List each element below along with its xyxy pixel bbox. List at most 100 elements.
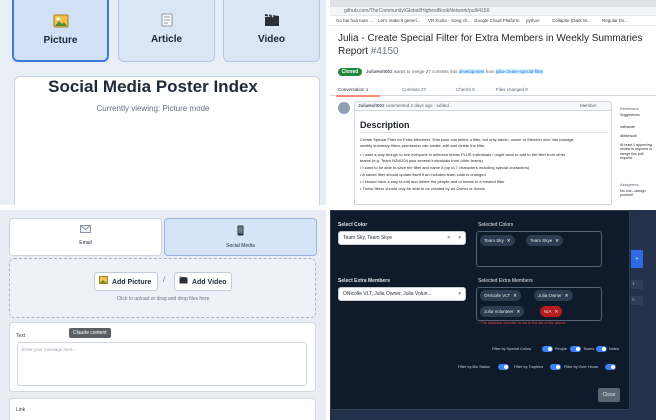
clear-icon[interactable]: ✕ (447, 232, 451, 245)
bookmark-item[interactable]: Collapse (Dark M... (552, 18, 591, 23)
remove-chip-icon[interactable]: ✕ (555, 238, 559, 243)
select-color-label: Select Color (338, 222, 368, 228)
assignees-label: Assignees (620, 182, 639, 187)
merge-head-branch[interactable]: julia-create-special-filter (495, 69, 544, 74)
bookmark-item[interactable]: VR.Kodio - Song ch... (428, 18, 471, 23)
email-icon (10, 225, 161, 236)
phone-icon (165, 225, 316, 239)
add-video-label: Add Video (192, 279, 227, 286)
tab-count: 27 (421, 87, 427, 92)
color-chip: Team Skye ✕ (526, 235, 564, 246)
select-members-dropdown[interactable]: ONicolle VLT, Julia Owner, Julia Volun..… (338, 287, 466, 301)
bookmark-item[interactable]: python (526, 18, 540, 23)
description-bullet: teams (e.g. Team NZWZ04 plus several ind… (360, 158, 483, 163)
remove-chip-icon[interactable]: ✕ (565, 293, 569, 298)
screenshot-collage: Picture Article Video Social Media Poste… (0, 0, 656, 420)
tab-count: 1 (365, 87, 369, 92)
picture-icon (53, 14, 69, 28)
toggle-switch[interactable] (542, 346, 553, 352)
description-bullet: • I want to be able to save the filter a… (360, 165, 530, 170)
assignees-value[interactable]: No one—assign yourself (620, 189, 654, 198)
article-card-label: Article (150, 34, 183, 45)
tab-email[interactable]: Email (9, 218, 162, 256)
color-chip: Team Sky ✕ (480, 235, 515, 246)
picture-mode-card[interactable]: Picture (12, 0, 109, 62)
select-color-value: Team Sky, Team Skye (343, 235, 392, 241)
tab-label: Social Media (226, 243, 255, 249)
background-number: 0 (632, 297, 635, 302)
or-separator: / (163, 277, 165, 284)
github-pr-panel: github.com/TheCommunity/Global/HighestBo… (330, 0, 656, 205)
remove-chip-icon[interactable]: ✕ (507, 238, 511, 243)
upload-hint: Click to upload or drag and drop files h… (116, 296, 210, 302)
tab-social-media[interactable]: Social Media (164, 218, 317, 256)
toggle-label: Filter by Special Colors (492, 347, 532, 351)
merge-base-branch[interactable]: development (458, 69, 485, 74)
toggle-switch[interactable] (596, 346, 607, 352)
background-add-button[interactable]: + (631, 250, 643, 268)
chevron-down-icon[interactable]: ▾ (458, 288, 461, 301)
add-video-button[interactable]: Add Video (174, 272, 232, 291)
remove-chip-icon[interactable]: ✕ (517, 309, 521, 314)
message-placeholder: Enter your message here... (22, 347, 77, 352)
tab-label: Files changed (496, 87, 525, 92)
page-title: Social Media Poster Index (48, 77, 258, 96)
toggle-label: Filter by Over Hours (564, 365, 598, 369)
toggle-switch[interactable] (570, 346, 581, 352)
tab-label: Checks (456, 87, 472, 92)
chip-label: Team Skye (530, 238, 553, 243)
comment-time: commented 2 days ago · edited (385, 103, 449, 108)
upload-dropzone[interactable] (9, 258, 316, 318)
video-icon (179, 273, 189, 291)
tab-checks[interactable]: Checks 6 (456, 87, 475, 92)
remove-chip-icon[interactable]: ✕ (513, 293, 517, 298)
link-label: Link (16, 407, 26, 413)
tab-commits[interactable]: Commits 27 (402, 87, 426, 92)
bookmark-item[interactable]: Let's make it generi... (378, 18, 421, 23)
toggle-label: Filter by Trophies (514, 365, 544, 369)
close-button[interactable]: Close (598, 388, 620, 402)
tab-count: 8 (525, 87, 528, 92)
bookmark-item[interactable]: Gu bai hua tuan ... (336, 18, 373, 23)
chip-label: ONicolle VLT (484, 293, 511, 298)
remove-chip-icon[interactable]: ✕ (555, 309, 559, 314)
description-bullet: • I should have a way to edit and delete… (360, 179, 505, 184)
bookmark-item[interactable]: Regular Ex... (602, 18, 628, 23)
validation-warning: * The selected member is not in the list… (478, 321, 567, 325)
description-paragraph: Create Special Filter for Extra Members.… (360, 137, 574, 142)
selected-members-label: Selected Extra Members (478, 278, 533, 284)
description-bullet: • A saved filter should update itself if… (360, 172, 486, 177)
chip-label: Team Sky (484, 238, 504, 243)
toggle-switch[interactable] (605, 364, 616, 370)
tab-conversation[interactable]: Conversation 1 (338, 87, 368, 92)
toggle-switch[interactable] (498, 364, 509, 370)
merge-from-text: from (485, 69, 495, 74)
member-chip: Julia Owner ✕ (534, 290, 573, 301)
chip-label: N/A (544, 309, 552, 314)
add-picture-button[interactable]: Add Picture (94, 272, 158, 291)
active-tab-indicator (336, 95, 380, 97)
article-icon (159, 13, 175, 27)
select-color-dropdown[interactable]: Team Sky, Team Skye ✕ ▾ (338, 231, 466, 245)
description-bullet: • These filters should only be able to b… (360, 186, 485, 191)
avatar[interactable] (338, 102, 350, 114)
comment-user[interactable]: JuliaHolt002 (358, 103, 385, 108)
toggle-switch[interactable] (550, 364, 561, 370)
video-mode-card[interactable]: Video (223, 0, 320, 62)
bookmark-item[interactable]: Google Cloud Platform (474, 18, 520, 23)
merge-text: wants to merge 27 commits into (393, 69, 458, 74)
merge-user[interactable]: JuliaHolt002 (366, 69, 393, 74)
tab-files-changed[interactable]: Files changed 8 (496, 87, 528, 92)
chevron-down-icon[interactable]: ▾ (458, 232, 461, 245)
poster-index-panel: Picture Article Video Social Media Poste… (0, 0, 326, 205)
chip-label: Julia Owner (538, 293, 562, 298)
reviewer-item[interactable]: Abbbhsuth (620, 134, 637, 138)
article-mode-card[interactable]: Article (118, 0, 215, 62)
reviewer-item[interactable]: nathanah (620, 125, 635, 129)
review-note: At least 1 approving review is required … (620, 143, 653, 161)
tooltip: Claude content (69, 328, 111, 338)
tab-label: Commits (402, 87, 420, 92)
video-icon (264, 13, 280, 27)
picture-icon (99, 273, 109, 291)
text-label: Text (16, 333, 26, 339)
